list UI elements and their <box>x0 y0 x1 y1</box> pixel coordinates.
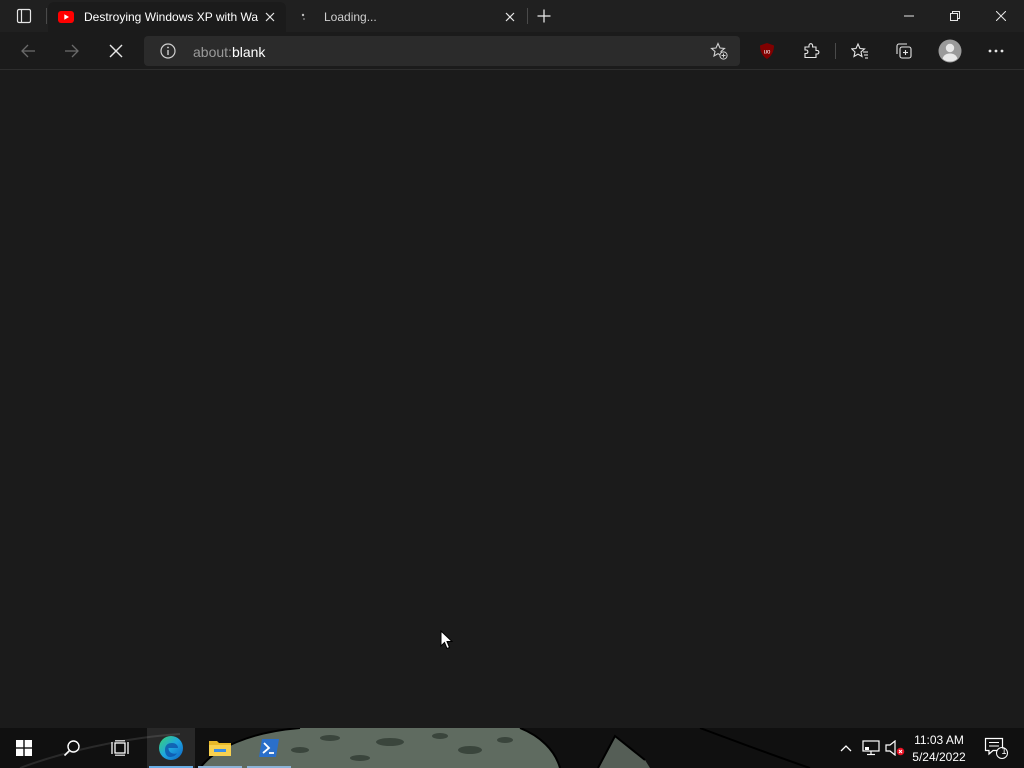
more-icon <box>988 49 1004 53</box>
powershell-icon <box>259 739 279 757</box>
notifications-button[interactable]: 1 <box>978 728 1014 768</box>
clock-time: 11:03 AM <box>914 733 964 747</box>
tab-actions-button[interactable] <box>8 4 40 28</box>
taskbar-edge[interactable] <box>147 728 195 768</box>
tab-title: Loading... <box>324 10 377 24</box>
ublock-extension-button[interactable]: uo <box>753 37 781 65</box>
collections-icon <box>896 43 912 59</box>
volume-button[interactable] <box>884 728 906 768</box>
loading-spinner-icon <box>298 9 314 25</box>
url-scheme: about: <box>193 44 232 60</box>
address-bar[interactable]: about:blank <box>144 36 740 66</box>
plus-icon <box>537 9 551 23</box>
extensions-icon <box>804 43 820 59</box>
back-icon <box>21 44 35 58</box>
toolbar-separator <box>835 43 836 59</box>
ublock-icon: uo <box>760 43 774 59</box>
favorites-icon <box>851 42 868 59</box>
notification-count: 1 <box>1001 746 1007 756</box>
browser-toolbar: about:blank uo <box>0 32 1024 70</box>
start-icon <box>16 740 32 756</box>
restore-icon <box>950 11 960 21</box>
search-icon <box>63 740 80 757</box>
close-icon <box>265 12 275 22</box>
svg-text:uo: uo <box>764 50 771 56</box>
url-text[interactable]: about:blank <box>193 44 265 60</box>
tab-close-button[interactable] <box>260 7 280 27</box>
network-icon <box>862 740 880 756</box>
add-favorite-icon[interactable] <box>710 42 728 60</box>
volume-muted-icon <box>885 740 905 756</box>
tab-loading[interactable]: Loading... <box>288 2 526 32</box>
tab-close-button[interactable] <box>500 7 520 27</box>
tab-actions-icon <box>16 8 32 24</box>
tab-separator <box>527 8 528 24</box>
forward-button[interactable] <box>58 37 86 65</box>
more-menu-button[interactable] <box>982 37 1010 65</box>
edge-icon <box>159 736 183 760</box>
mouse-cursor-icon <box>440 630 454 650</box>
close-icon <box>996 11 1006 21</box>
file-explorer-icon <box>209 741 231 756</box>
youtube-icon <box>58 9 74 25</box>
minimize-button[interactable] <box>886 0 932 32</box>
restore-button[interactable] <box>932 0 978 32</box>
favorites-button[interactable] <box>846 37 874 65</box>
clock-date: 5/24/2022 <box>912 750 966 764</box>
new-tab-button[interactable] <box>532 4 556 28</box>
taskbar-file-explorer[interactable] <box>196 728 244 768</box>
info-icon[interactable] <box>160 43 176 59</box>
show-hidden-icons-button[interactable] <box>836 728 856 768</box>
search-button[interactable] <box>48 728 96 768</box>
tab-separator <box>46 8 47 24</box>
taskbar-clock[interactable]: 11:03 AM 5/24/2022 <box>904 732 974 766</box>
close-icon <box>505 12 515 22</box>
window-close-button[interactable] <box>978 0 1024 32</box>
collections-button[interactable] <box>890 37 918 65</box>
tab-youtube[interactable]: Destroying Windows XP with Wa <box>48 2 286 32</box>
tab-title: Destroying Windows XP with Wa <box>84 10 259 24</box>
profile-button[interactable] <box>936 37 964 65</box>
url-path: blank <box>231 44 266 60</box>
profile-icon <box>938 39 962 63</box>
show-hidden-icons-chevron <box>840 745 852 752</box>
task-view-icon <box>111 740 129 756</box>
task-view-button[interactable] <box>96 728 144 768</box>
taskbar: 11:03 AM 5/24/2022 1 <box>0 728 1024 768</box>
forward-icon <box>65 44 79 58</box>
tab-strip: Destroying Windows XP with Wa Loading... <box>0 0 1024 32</box>
network-button[interactable] <box>860 728 882 768</box>
extensions-button[interactable] <box>797 37 825 65</box>
minimize-icon <box>904 15 914 17</box>
start-button[interactable] <box>0 728 48 768</box>
stop-icon <box>109 44 123 58</box>
page-content[interactable] <box>0 71 1024 728</box>
stop-button[interactable] <box>102 37 130 65</box>
taskbar-powershell[interactable] <box>245 728 293 768</box>
back-button[interactable] <box>14 37 42 65</box>
